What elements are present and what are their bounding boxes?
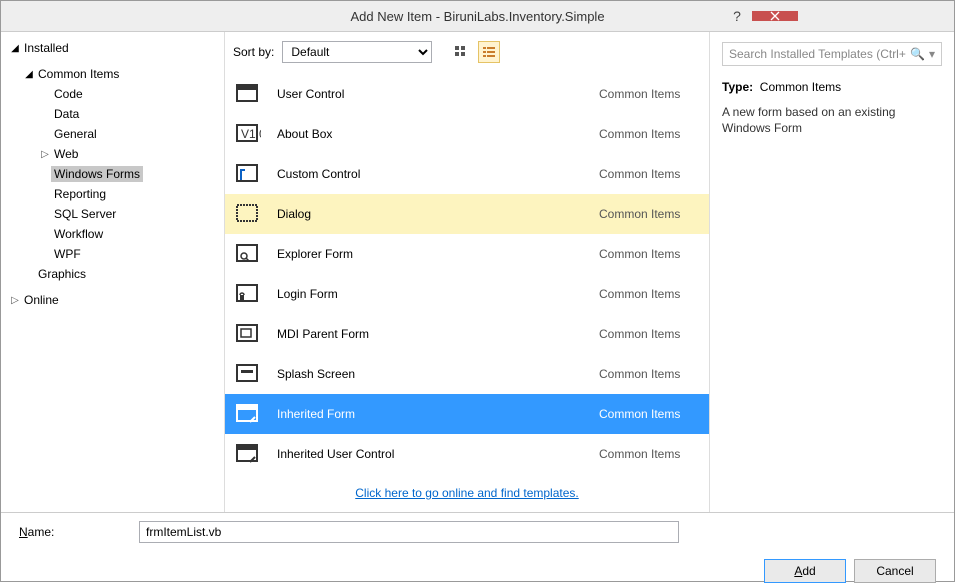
template-name: Login Form (273, 287, 587, 301)
chevron-down-icon: ◢ (23, 69, 35, 80)
template-name: Dialog (273, 207, 587, 221)
tree-web[interactable]: ▷Web (5, 144, 220, 164)
tree-workflow[interactable]: Workflow (5, 224, 220, 244)
tree-common-items[interactable]: ◢ Common Items (5, 64, 220, 84)
list-item[interactable]: MDI Parent Form Common Items (225, 314, 709, 354)
type-line: Type: Common Items (722, 80, 942, 94)
template-category: Common Items (599, 407, 699, 421)
template-category: Common Items (599, 287, 699, 301)
template-icon (235, 82, 261, 106)
template-category: Common Items (599, 207, 699, 221)
sort-by-label: Sort by: (233, 45, 274, 59)
svg-text:V1.0: V1.0 (241, 127, 261, 141)
template-icon (235, 442, 261, 466)
template-category: Common Items (599, 247, 699, 261)
name-label: Name: (19, 525, 129, 539)
view-small-icons-button[interactable] (450, 41, 472, 63)
list-item[interactable]: Splash Screen Common Items (225, 354, 709, 394)
titlebar: Add New Item - BiruniLabs.Inventory.Simp… (1, 1, 954, 31)
template-category: Common Items (599, 447, 699, 461)
list-item[interactable]: Dialog Common Items (225, 194, 709, 234)
online-link-row: Click here to go online and find templat… (225, 470, 709, 512)
template-icon (235, 322, 261, 346)
chevron-right-icon: ▷ (9, 295, 21, 306)
search-icon: 🔍 (910, 47, 925, 61)
template-category: Common Items (599, 167, 699, 181)
template-icon (235, 282, 261, 306)
template-name: MDI Parent Form (273, 327, 587, 341)
template-name: Inherited Form (273, 407, 587, 421)
list-item[interactable]: Inherited User Control Common Items (225, 434, 709, 470)
toolbar: Sort by: Default (225, 32, 709, 72)
template-icon: V1.0 (235, 122, 261, 146)
tree-reporting[interactable]: Reporting (5, 184, 220, 204)
window-title: Add New Item - BiruniLabs.Inventory.Simp… (350, 9, 604, 24)
chevron-right-icon: ▷ (39, 149, 51, 160)
sort-by-select[interactable]: Default (282, 41, 432, 63)
template-icon (235, 202, 261, 226)
template-icon (235, 402, 261, 426)
add-button[interactable]: Add (764, 559, 846, 583)
template-description: A new form based on an existing Windows … (722, 104, 942, 136)
find-templates-link[interactable]: Click here to go online and find templat… (355, 486, 578, 500)
category-tree: ◢ Installed ◢ Common Items Code Data Gen… (1, 32, 225, 512)
template-category: Common Items (599, 367, 699, 381)
template-name: Splash Screen (273, 367, 587, 381)
template-icon (235, 242, 261, 266)
template-name: Explorer Form (273, 247, 587, 261)
list-item[interactable]: Custom Control Common Items (225, 154, 709, 194)
tree-installed[interactable]: ◢ Installed (5, 38, 220, 58)
tree-windows-forms[interactable]: Windows Forms (5, 164, 220, 184)
list-item[interactable]: Inherited Form Common Items (225, 394, 709, 434)
template-name: About Box (273, 127, 587, 141)
view-list-button[interactable] (478, 41, 500, 63)
list-item[interactable]: User Control Common Items (225, 74, 709, 114)
tree-online[interactable]: ▷ Online (5, 290, 220, 310)
template-category: Common Items (599, 327, 699, 341)
tree-data[interactable]: Data (5, 104, 220, 124)
list-item[interactable]: V1.0 About Box Common Items (225, 114, 709, 154)
help-icon[interactable]: ? (722, 11, 752, 21)
list-item[interactable]: Login Form Common Items (225, 274, 709, 314)
template-icon (235, 362, 261, 386)
tree-code[interactable]: Code (5, 84, 220, 104)
chevron-down-icon: ◢ (9, 43, 21, 54)
template-category: Common Items (599, 127, 699, 141)
template-pane: Sort by: Default User Control Common Item… (225, 32, 710, 512)
name-input[interactable] (139, 521, 679, 543)
tree-wpf[interactable]: WPF (5, 244, 220, 264)
tree-general[interactable]: General (5, 124, 220, 144)
template-category: Common Items (599, 87, 699, 101)
info-panel: 🔍 ▾ Type: Common Items A new form based … (710, 32, 954, 512)
template-name: Custom Control (273, 167, 587, 181)
cancel-button[interactable]: Cancel (854, 559, 936, 583)
template-icon (235, 162, 261, 186)
template-name: Inherited User Control (273, 447, 587, 461)
footer: Name: Add Cancel (1, 513, 954, 581)
search-box[interactable]: 🔍 ▾ (722, 42, 942, 66)
template-name: User Control (273, 87, 587, 101)
tree-graphics[interactable]: Graphics (5, 264, 220, 284)
search-input[interactable] (729, 47, 906, 61)
list-item[interactable]: Explorer Form Common Items (225, 234, 709, 274)
close-icon[interactable] (752, 11, 798, 21)
tree-sql-server[interactable]: SQL Server (5, 204, 220, 224)
template-list[interactable]: User Control Common Items V1.0 About Box Com… (225, 72, 709, 470)
